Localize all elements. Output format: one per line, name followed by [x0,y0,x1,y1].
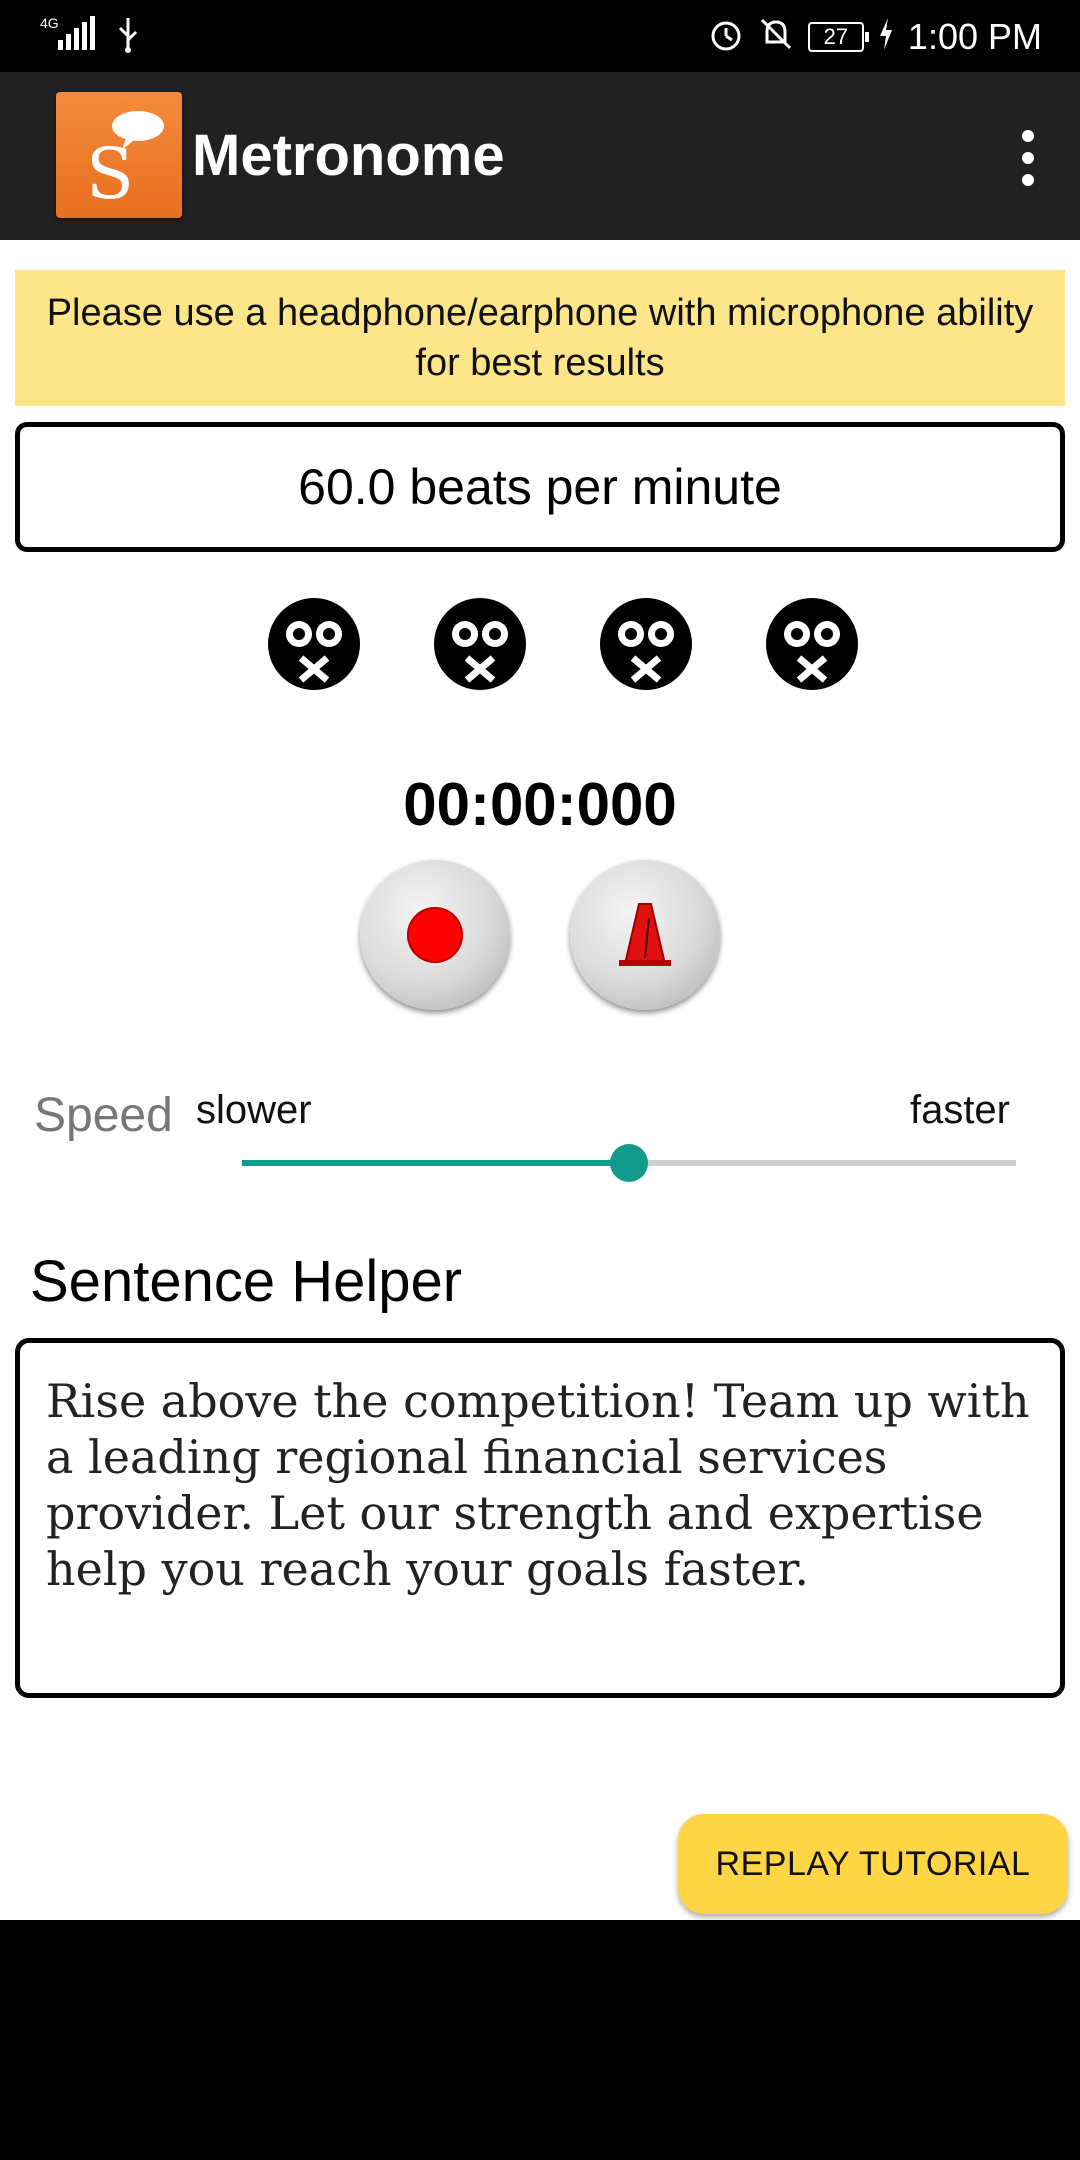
app-title: Metronome [192,123,505,188]
speed-label: Speed [34,1089,173,1142]
status-bar: 4G 27 1:00 PM [0,0,1080,72]
replay-tutorial-button[interactable]: REPLAY TUTORIAL [678,1814,1068,1914]
signal-icon: 4G [40,14,96,59]
speed-slider[interactable] [242,1144,1016,1182]
status-left: 4G [40,14,142,59]
main-content: Please use a headphone/earphone with mic… [0,240,1080,1920]
skull-icon[interactable] [266,596,362,692]
alarm-icon [708,14,744,59]
app-logo-letter: S [86,133,134,215]
skull-icon[interactable] [764,596,860,692]
record-icon [407,907,463,963]
slower-label: slower [196,1088,312,1132]
battery-icon: 27 [807,21,869,52]
skull-icon[interactable] [432,596,528,692]
bpm-display[interactable]: 60.0 beats per minute [15,422,1065,552]
speed-slider-fill [242,1160,629,1166]
navigation-bar [0,1920,1080,2160]
speed-slider-thumb[interactable] [610,1144,648,1182]
elapsed-timer: 00:00:000 [403,771,677,838]
status-right: 27 1:00 PM [708,14,1042,59]
status-time: 1:00 PM [907,15,1042,57]
charging-icon [878,16,894,57]
faster-label: faster [909,1088,1010,1132]
notifications-off-icon [758,14,794,59]
battery-level: 27 [823,23,849,49]
app-bar: S Metronome [0,72,1080,240]
headphone-banner: Please use a headphone/earphone with mic… [15,270,1065,406]
app-logo: S [56,92,182,218]
metronome-button[interactable] [570,860,720,1010]
sentence-helper-text: Rise above the competition! Team up with… [15,1338,1065,1698]
skull-icon[interactable] [598,596,694,692]
sentence-helper-title: Sentence Helper [30,1249,463,1314]
network-type: 4G [40,15,59,31]
usb-icon [114,14,142,59]
more-vert-icon[interactable] [1020,130,1036,190]
record-button[interactable] [360,860,510,1010]
bpm-text: 60.0 beats per minute [298,459,782,515]
replay-tutorial-label: REPLAY TUTORIAL [715,1844,1031,1883]
beat-indicators [266,596,860,696]
metronome-icon [615,900,675,975]
